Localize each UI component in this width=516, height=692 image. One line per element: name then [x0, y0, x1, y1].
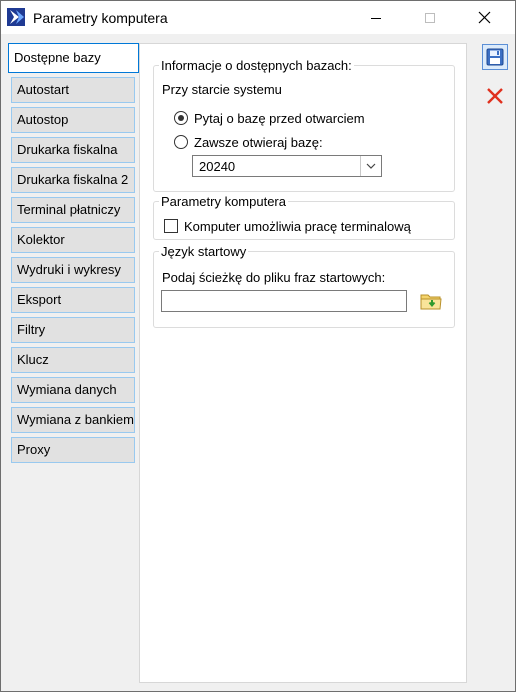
minimize-button[interactable] [353, 1, 399, 34]
tab-eksport[interactable]: Eksport [11, 287, 135, 313]
terminal-checkbox-label[interactable]: Komputer umożliwia pracę terminalową [184, 219, 411, 234]
radio-ask-database[interactable] [174, 111, 188, 125]
database-select-value: 20240 [199, 159, 236, 174]
tab-autostop[interactable]: Autostop [11, 107, 135, 133]
tab-wymiana-z-bankiem[interactable]: Wymiana z bankiem [11, 407, 135, 433]
close-button[interactable] [461, 1, 507, 34]
chevron-down-icon[interactable] [360, 156, 381, 176]
close-icon [478, 11, 490, 24]
window-title: Parametry komputera [33, 10, 168, 26]
tab-drukarka-fiskalna-2[interactable]: Drukarka fiskalna 2 [11, 167, 135, 193]
path-input[interactable] [161, 290, 407, 312]
databases-group-legend: Informacje o dostępnych bazach: [161, 58, 352, 73]
cancel-icon [487, 88, 503, 104]
radio-always-open-label[interactable]: Zawsze otwieraj bazę: [194, 135, 323, 150]
browse-folder-button[interactable] [419, 290, 443, 312]
minimize-icon [371, 17, 381, 19]
tab-content-panel: Informacje o dostępnych bazach: Przy sta… [139, 43, 467, 683]
database-select[interactable]: 20240 [192, 155, 382, 177]
radio-selected-dot [178, 115, 184, 121]
tab-filtry[interactable]: Filtry [11, 317, 135, 343]
tab-klucz[interactable]: Klucz [11, 347, 135, 373]
radio-ask-database-label[interactable]: Pytaj o bazę przed otwarciem [194, 111, 365, 126]
tab-autostart[interactable]: Autostart [11, 77, 135, 103]
tab-proxy[interactable]: Proxy [11, 437, 135, 463]
terminal-checkbox[interactable] [164, 219, 178, 233]
window: Parametry komputera Dostępne bazy Autost… [0, 0, 516, 692]
startup-label: Przy starcie systemu [162, 82, 282, 97]
tab-wymiana-danych[interactable]: Wymiana danych [11, 377, 135, 403]
app-logo-icon [7, 8, 25, 26]
maximize-button[interactable] [407, 1, 453, 34]
tab-terminal-platniczy[interactable]: Terminal płatniczy [11, 197, 135, 223]
radio-always-open[interactable] [174, 135, 188, 149]
tab-dostepne-bazy[interactable]: Dostępne bazy [8, 43, 139, 73]
tab-kolektor[interactable]: Kolektor [11, 227, 135, 253]
save-icon [486, 48, 504, 66]
tab-wydruki-i-wykresy[interactable]: Wydruki i wykresy [11, 257, 135, 283]
computer-params-group-legend: Parametry komputera [161, 194, 286, 209]
language-group-legend: Język startowy [161, 244, 247, 259]
tab-drukarka-fiskalna[interactable]: Drukarka fiskalna [11, 137, 135, 163]
title-bar[interactable]: Parametry komputera [1, 1, 515, 34]
folder-open-icon [420, 294, 442, 310]
save-button[interactable] [482, 44, 508, 70]
maximize-icon [425, 12, 435, 23]
cancel-button[interactable] [482, 83, 508, 109]
path-label: Podaj ścieżkę do pliku fraz startowych: [162, 270, 386, 285]
language-group: Język startowy [153, 244, 455, 328]
